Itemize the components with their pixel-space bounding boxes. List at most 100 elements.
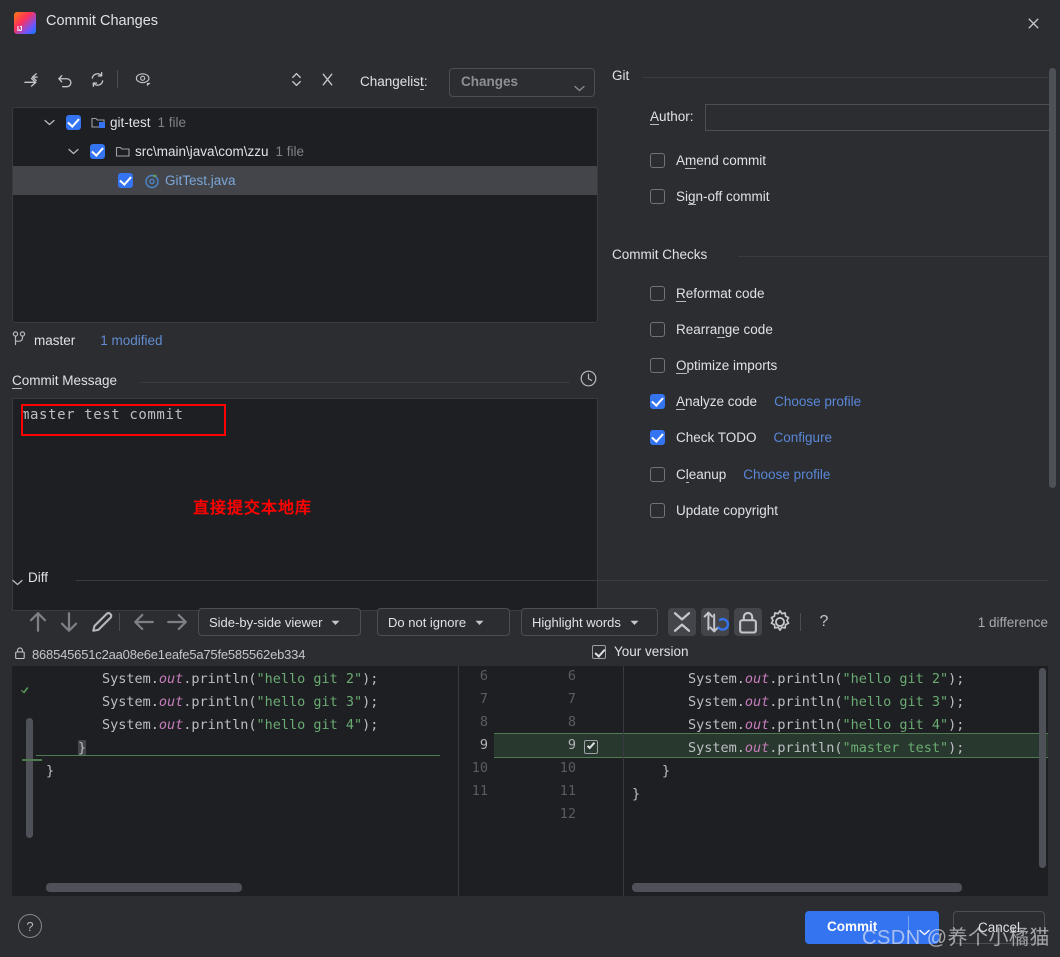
rearrange-code-option[interactable]: Rearrange code — [650, 319, 773, 339]
chevron-down-icon — [630, 613, 639, 631]
code-line: System.out.println("hello git 2"); — [102, 671, 379, 687]
check-todo-option[interactable]: Check TODO Configure — [650, 427, 832, 447]
check-todo-configure-link[interactable]: Configure — [774, 430, 833, 445]
cleanup-choose-profile-link[interactable]: Choose profile — [743, 467, 830, 482]
pencil-icon[interactable] — [88, 608, 116, 636]
rearrange-code-checkbox[interactable] — [650, 321, 665, 337]
amend-commit-option[interactable]: Amend commit — [650, 150, 766, 170]
diff-pane-left[interactable]: System.out.println("hello git 2"); Syste… — [12, 666, 458, 896]
your-version-checkbox[interactable] — [592, 644, 606, 659]
diff-viewer: System.out.println("hello git 2"); Syste… — [12, 666, 1048, 896]
ignore-mode-value: Do not ignore — [388, 614, 467, 630]
code-line: System.out.println("hello git 4"); — [102, 717, 379, 733]
lock-icon[interactable] — [734, 608, 762, 636]
analyze-code-option[interactable]: Analyze code Choose profile — [650, 391, 861, 411]
sync-scroll-icon[interactable] — [701, 608, 729, 636]
changed-files-tree[interactable]: git-test 1 file src\main\java\com\zzu 1 … — [12, 107, 598, 323]
section-divider — [642, 77, 1048, 78]
tree-checkbox[interactable] — [118, 173, 133, 188]
accept-change-checkbox[interactable] — [584, 740, 598, 754]
move-to-changelist-icon[interactable] — [18, 66, 44, 92]
gear-icon[interactable] — [766, 608, 794, 636]
reformat-code-option[interactable]: Reformat code — [650, 283, 765, 303]
line-number: 7 — [479, 691, 488, 707]
question-mark-icon[interactable]: ? — [810, 608, 838, 636]
refresh-icon[interactable] — [84, 66, 110, 92]
analyze-code-checkbox[interactable] — [650, 393, 665, 409]
cleanup-option[interactable]: Cleanup Choose profile — [650, 464, 830, 484]
code-line: System.out.println("hello git 2"); — [688, 671, 965, 687]
code-line: System.out.println("hello git 3"); — [102, 694, 379, 710]
analyze-code-choose-profile-link[interactable]: Choose profile — [774, 394, 861, 409]
right-revision-header[interactable]: Your version — [592, 644, 689, 659]
close-icon[interactable] — [1020, 10, 1046, 36]
code-line: System.out.println("hello git 4"); — [688, 717, 965, 733]
clock-history-icon[interactable] — [579, 369, 598, 393]
amend-commit-checkbox[interactable] — [650, 152, 665, 168]
tree-row[interactable]: GitTest.java — [13, 166, 597, 195]
optimize-imports-checkbox[interactable] — [650, 357, 665, 373]
tree-checkbox[interactable] — [66, 115, 81, 130]
commit-button[interactable]: Commit — [805, 911, 939, 944]
sign-off-commit-checkbox[interactable] — [650, 188, 665, 204]
accept-change-icon[interactable] — [21, 682, 30, 694]
diff-section-title: Diff — [28, 570, 49, 585]
diff-gutter: 6 7 8 9 10 11 6 7 8 9 10 11 12 — [458, 666, 624, 896]
check-todo-checkbox[interactable] — [650, 429, 665, 445]
author-input[interactable] — [705, 104, 1050, 131]
commit-changes-dialog: Commit Changes — [0, 0, 1060, 957]
modified-count[interactable]: 1 modified — [100, 333, 162, 348]
chevron-down-icon[interactable] — [919, 923, 930, 941]
chevron-down-icon[interactable] — [41, 115, 57, 131]
collapse-all-icon[interactable] — [314, 66, 340, 92]
update-copyright-option[interactable]: Update copyright — [650, 500, 778, 520]
sign-off-commit-option[interactable]: Sign-off commit — [650, 186, 770, 206]
diff-toolbar: Side-by-side viewer Do not ignore Highli… — [0, 604, 1060, 640]
change-marker — [22, 759, 42, 761]
revert-icon[interactable] — [52, 66, 78, 92]
tree-item-label: GitTest.java — [165, 173, 236, 188]
chevron-down-icon[interactable] — [12, 573, 23, 591]
left-revision-header: 868545651c2aa08e6e1eafe5a75fe585562eb334 — [14, 644, 305, 664]
arrow-up-icon[interactable] — [24, 608, 52, 636]
tree-row[interactable]: src\main\java\com\zzu 1 file — [13, 137, 597, 166]
left-change-markers — [12, 666, 29, 896]
optimize-imports-option[interactable]: Optimize imports — [650, 355, 777, 375]
line-number: 10 — [471, 760, 488, 776]
cancel-button[interactable]: Cancel — [953, 911, 1045, 944]
tree-checkbox[interactable] — [90, 144, 105, 159]
right-editor-vertical-scrollbar[interactable] — [1039, 668, 1046, 868]
changelist-dropdown[interactable]: Changes — [449, 68, 595, 97]
arrow-down-icon[interactable] — [55, 608, 83, 636]
viewer-mode-dropdown[interactable]: Side-by-side viewer — [198, 608, 361, 636]
left-editor-vertical-scrollbar[interactable] — [26, 718, 33, 838]
ignore-mode-dropdown[interactable]: Do not ignore — [377, 608, 510, 636]
cleanup-checkbox[interactable] — [650, 466, 665, 482]
highlight-mode-dropdown[interactable]: Highlight words — [521, 608, 658, 636]
right-editor-horizontal-scrollbar[interactable] — [632, 883, 962, 892]
options-scrollbar[interactable] — [1049, 68, 1056, 488]
code-line: } — [662, 763, 671, 779]
arrow-right-icon[interactable] — [163, 608, 191, 636]
tree-row[interactable]: git-test 1 file — [13, 108, 597, 137]
diff-pane-right[interactable]: System.out.println("hello git 2"); Syste… — [624, 666, 1048, 896]
line-number: 9 — [479, 737, 488, 753]
line-number: 7 — [567, 691, 576, 707]
help-icon[interactable]: ? — [18, 914, 42, 938]
line-number: 6 — [479, 668, 488, 684]
sign-off-commit-label: Sign-off commit — [676, 188, 770, 205]
expand-collapse-icon[interactable] — [283, 66, 309, 92]
collapse-unchanged-icon[interactable] — [668, 608, 696, 636]
line-number: 8 — [479, 714, 488, 730]
chevron-down-icon[interactable] — [65, 144, 81, 160]
line-number: 12 — [559, 806, 576, 822]
viewer-mode-value: Side-by-side viewer — [209, 614, 323, 630]
show-diff-preview-icon[interactable] — [130, 66, 156, 92]
commit-message-title: Commit Message — [12, 373, 118, 389]
arrow-left-icon[interactable] — [130, 608, 158, 636]
line-number: 6 — [567, 668, 576, 684]
left-editor-horizontal-scrollbar[interactable] — [46, 883, 242, 892]
lock-icon — [14, 646, 26, 663]
reformat-code-checkbox[interactable] — [650, 285, 665, 301]
update-copyright-checkbox[interactable] — [650, 502, 665, 518]
